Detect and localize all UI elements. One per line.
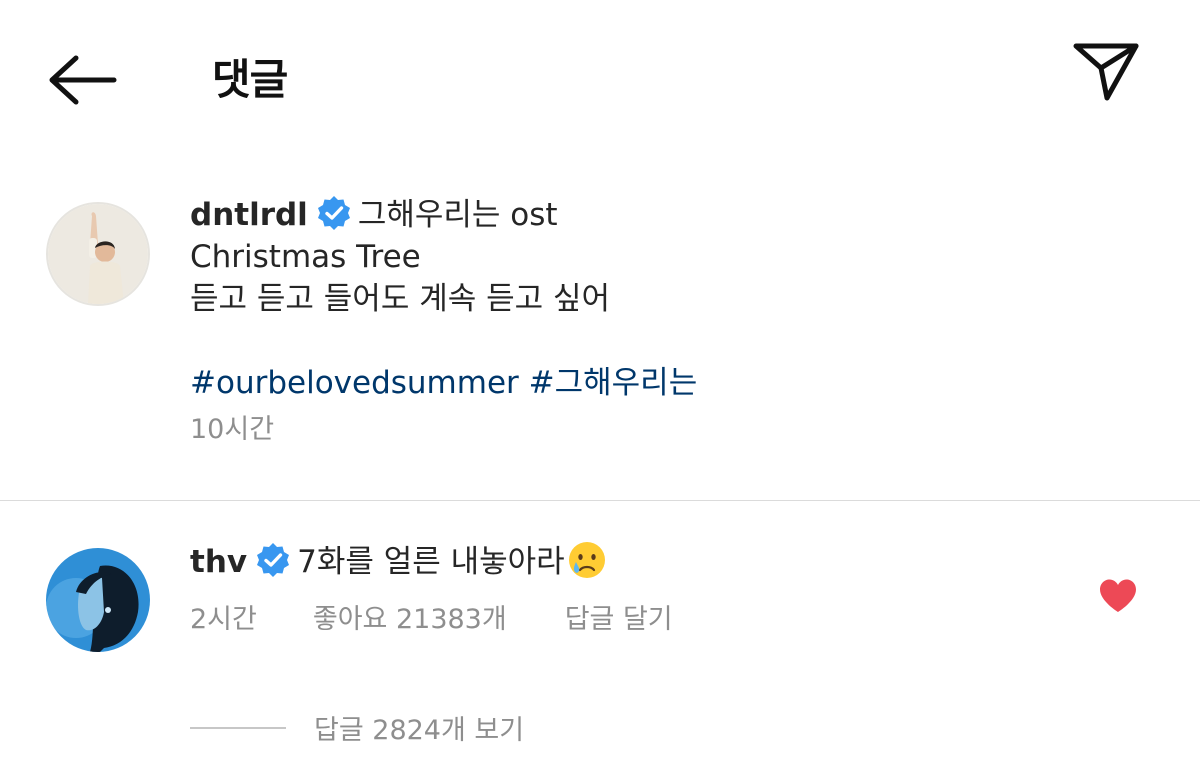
back-button[interactable] [44,48,120,108]
caption-line: 듣고 듣고 들어도 계속 듣고 싶어 [190,281,611,317]
arrow-left-icon [49,55,117,105]
reply-button[interactable]: 답글 달기 [565,597,673,636]
comment-username[interactable]: thv [190,544,247,580]
post-timestamp: 10시간 [190,414,275,445]
view-replies-label: 답글 2824개 보기 [314,715,525,746]
crying-face-emoji-icon [567,540,607,580]
avatar[interactable] [46,548,150,652]
comment-timestamp: 2시간 [190,604,257,635]
hashtag-link[interactable]: #ourbelovedsummer [190,365,519,401]
post-caption: dntlrdl 그해우리는 ost Christmas Tree 듣고 듣고 들어… [190,194,1090,448]
hashtag-link[interactable]: #그해우리는 [529,365,698,401]
caption-inline-text: 그해우리는 ost [357,197,558,233]
avatar[interactable] [46,202,150,306]
hashtag-line: #ourbelovedsummer #그해우리는 [190,362,1090,404]
like-button[interactable] [1098,578,1138,614]
heart-filled-icon [1100,579,1136,612]
comment-text: 7화를 얼른 내놓아라 [297,544,565,580]
profile-photo [48,204,148,304]
caption-line: Christmas Tree [190,239,421,275]
caption-first-line: dntlrdl 그해우리는 ost [190,194,1090,236]
header: 댓글 [0,0,1200,150]
verified-badge-icon [255,542,291,578]
comment: thv 7화를 얼른 내놓아라 2시간 좋아요 21383개 답글 달기 [190,540,1070,636]
post-username[interactable]: dntlrdl [190,197,308,233]
view-replies-button[interactable]: 답글 2824개 보기 [190,708,524,748]
share-button[interactable] [1070,40,1142,104]
reply-thread-line [190,726,286,729]
divider [0,500,1200,501]
comment-first-line: thv 7화를 얼른 내놓아라 [190,540,1070,583]
profile-photo [46,548,150,652]
comment-meta: 2시간 좋아요 21383개 답글 달기 [190,597,1070,636]
comment-like-count[interactable]: 좋아요 21383개 [313,597,507,636]
verified-badge-icon [316,195,352,231]
paper-plane-icon [1073,43,1139,101]
page-title: 댓글 [212,55,288,104]
